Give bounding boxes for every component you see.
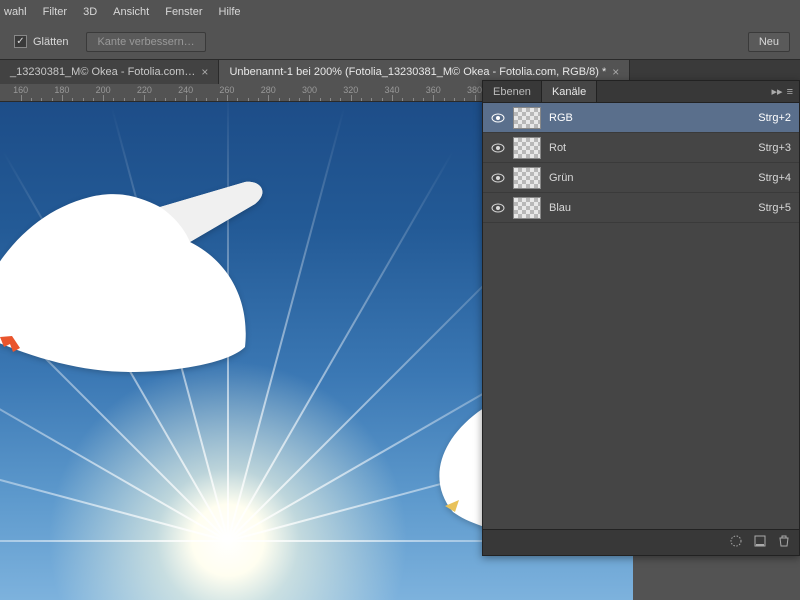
delete-channel-icon[interactable] <box>777 534 791 551</box>
channel-shortcut: Strg+2 <box>758 112 791 124</box>
ruler-number: 200 <box>96 85 111 95</box>
channel-thumbnail <box>513 197 541 219</box>
save-selection-icon[interactable] <box>729 534 743 551</box>
sun-glow <box>228 540 229 541</box>
options-bar: ✓ Glätten Kante verbessern… Neu <box>0 24 800 60</box>
panel-footer <box>483 529 799 555</box>
ruler-number: 340 <box>384 85 399 95</box>
visibility-eye-icon[interactable] <box>491 201 505 215</box>
smooth-checkbox-group[interactable]: ✓ Glätten <box>8 33 74 50</box>
channel-row[interactable]: Rot Strg+3 <box>483 133 799 163</box>
channel-shortcut: Strg+4 <box>758 172 791 184</box>
panel-menu-icon[interactable]: ≡ <box>787 86 793 98</box>
channel-row[interactable]: RGB Strg+2 <box>483 103 799 133</box>
ruler-number: 280 <box>261 85 276 95</box>
ruler-number: 300 <box>302 85 317 95</box>
new-channel-icon[interactable] <box>753 534 767 551</box>
new-button[interactable]: Neu <box>748 32 790 52</box>
channel-row[interactable]: Blau Strg+5 <box>483 193 799 223</box>
channel-name: Grün <box>549 172 750 184</box>
collapse-icon[interactable]: ▸▸ <box>772 85 783 98</box>
options-left: ✓ Glätten Kante verbessern… <box>8 32 206 52</box>
channel-shortcut: Strg+3 <box>758 142 791 154</box>
menu-item[interactable]: Fenster <box>157 2 210 22</box>
ruler-number: 260 <box>219 85 234 95</box>
smooth-label: Glätten <box>33 36 68 48</box>
channel-thumbnail <box>513 107 541 129</box>
channel-thumbnail <box>513 137 541 159</box>
panel-tab-channels[interactable]: Kanäle <box>542 81 597 102</box>
ruler-number: 380 <box>467 85 482 95</box>
menu-item[interactable]: Ansicht <box>105 2 157 22</box>
channel-shortcut: Strg+5 <box>758 202 791 214</box>
channel-list: RGB Strg+2 Rot Strg+3 Grün Strg+4 Blau Strg+5 <box>483 103 799 223</box>
tab-label: _13230381_M© Okea - Fotolia.com… <box>10 66 195 78</box>
visibility-eye-icon[interactable] <box>491 111 505 125</box>
channels-panel: Ebenen Kanäle ▸▸ ≡ RGB Strg+2 Rot Strg+3 Grü… <box>482 80 800 556</box>
menu-item[interactable]: 3D <box>75 2 105 22</box>
channel-thumbnail <box>513 167 541 189</box>
channel-name: RGB <box>549 112 750 124</box>
panel-empty-area <box>483 223 799 529</box>
channel-row[interactable]: Grün Strg+4 <box>483 163 799 193</box>
ruler-number: 180 <box>54 85 69 95</box>
menu-item[interactable]: Hilfe <box>211 2 249 22</box>
menu-item[interactable]: Filter <box>35 2 75 22</box>
dove-image <box>0 172 280 402</box>
ruler-number: 160 <box>13 85 28 95</box>
close-icon[interactable]: × <box>612 65 619 79</box>
panel-menu: ▸▸ ≡ <box>766 81 799 102</box>
panel-tab-layers[interactable]: Ebenen <box>483 81 542 102</box>
channel-name: Blau <box>549 202 750 214</box>
visibility-eye-icon[interactable] <box>491 141 505 155</box>
close-icon[interactable]: × <box>201 65 208 79</box>
menu-item[interactable]: wahl <box>4 2 35 22</box>
ruler-number: 320 <box>343 85 358 95</box>
ruler-number: 360 <box>426 85 441 95</box>
refine-edge-button[interactable]: Kante verbessern… <box>86 32 205 52</box>
visibility-eye-icon[interactable] <box>491 171 505 185</box>
panel-tabs: Ebenen Kanäle ▸▸ ≡ <box>483 81 799 103</box>
checkbox-icon: ✓ <box>14 35 27 48</box>
document-tab-inactive[interactable]: _13230381_M© Okea - Fotolia.com… × <box>0 60 219 84</box>
ruler-number: 220 <box>137 85 152 95</box>
channel-name: Rot <box>549 142 750 154</box>
tab-label: Unbenannt-1 bei 200% (Fotolia_13230381_M… <box>229 66 606 78</box>
menubar: wahl Filter 3D Ansicht Fenster Hilfe <box>0 0 800 24</box>
ruler-number: 240 <box>178 85 193 95</box>
